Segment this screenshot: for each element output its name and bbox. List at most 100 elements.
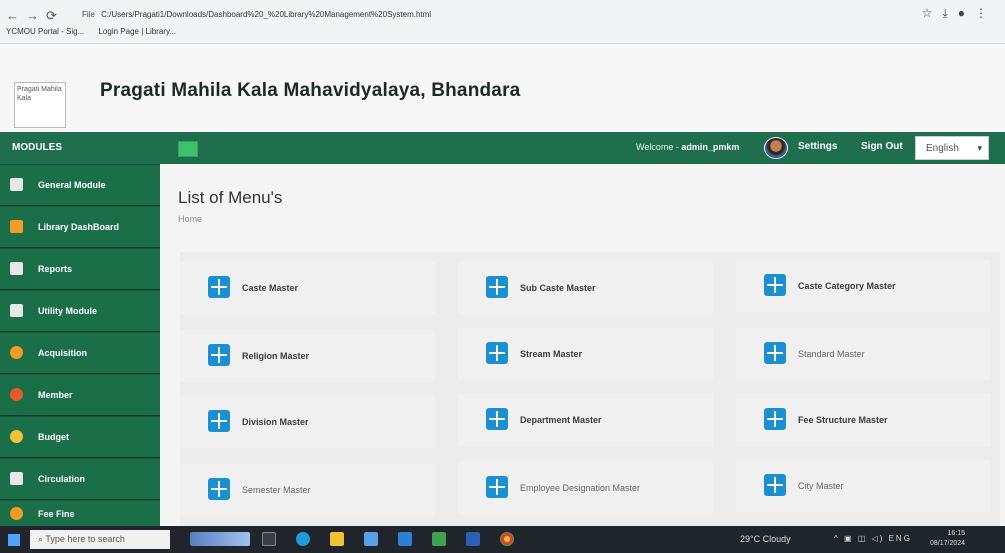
edge-icon[interactable] — [296, 532, 310, 546]
sidebar-item-label: Budget — [38, 432, 69, 442]
sidebar-item-general-module[interactable]: General Module — [0, 165, 160, 206]
member-icon — [10, 388, 23, 401]
file-chip: File — [82, 10, 95, 19]
photos-icon[interactable] — [432, 532, 446, 546]
language-select[interactable]: English ▾ — [915, 136, 989, 160]
search-placeholder: Type here to search — [45, 534, 125, 544]
download-icon[interactable]: ⤓ — [942, 6, 957, 20]
clock-date: 08/17/2024 — [930, 540, 966, 547]
tile-standard-master[interactable]: Standard Master — [736, 328, 991, 380]
reports-icon — [10, 262, 23, 275]
modules-label: MODULES — [12, 142, 62, 153]
star-icon[interactable]: ☆ — [922, 6, 943, 20]
bookmark-login[interactable]: Login Page | Library... — [98, 27, 176, 36]
content-title: List of Menu's — [178, 188, 283, 207]
sidebar-item-label: Library DashBoard — [38, 222, 120, 232]
logo-alt-text: Pragati Mahila Kala — [17, 86, 62, 102]
sidebar: General Module Library DashBoard Reports… — [0, 164, 160, 526]
windows-tile-icon — [208, 410, 230, 432]
sidebar-toggle-button[interactable] — [178, 141, 198, 157]
system-tray[interactable]: ^ ▣ ◫ ◁) ENG — [834, 534, 912, 543]
windows-tile-icon — [208, 478, 230, 500]
module-icon — [10, 178, 23, 191]
windows-tile-icon — [208, 344, 230, 366]
tile-label: Stream Master — [520, 349, 583, 359]
store-icon[interactable] — [364, 532, 378, 546]
bookmarks-bar: YCMOU Portal - Sig... Login Page | Libra… — [6, 27, 188, 36]
tile-label: Sub Caste Master — [520, 283, 596, 293]
sidebar-item-library-dashboard[interactable]: Library DashBoard — [0, 207, 160, 248]
settings-link[interactable]: Settings — [798, 141, 837, 152]
app-header: Pragati Mahila Kala Pragati Mahila Kala … — [0, 44, 1005, 132]
acquisition-icon — [10, 346, 23, 359]
college-logo: Pragati Mahila Kala — [14, 82, 66, 128]
taskbar-clock[interactable]: 16:15 08/17/2024 — [930, 529, 965, 549]
news-widget-icon[interactable] — [190, 532, 250, 546]
main-content: List of Menu's Home Caste Master Sub Cas… — [160, 164, 1005, 526]
sidebar-item-label: Member — [38, 390, 73, 400]
sidebar-item-label: Fee Fine — [38, 509, 75, 519]
back-icon[interactable]: ← — [6, 8, 19, 23]
windows-tile-icon — [486, 342, 508, 364]
chrome-icon[interactable] — [500, 532, 514, 546]
sidebar-item-circulation[interactable]: Circulation — [0, 459, 160, 500]
tile-stream-master[interactable]: Stream Master — [458, 328, 713, 380]
breadcrumb[interactable]: Home — [178, 214, 202, 224]
tile-label: Religion Master — [242, 351, 310, 361]
avatar[interactable] — [764, 137, 788, 159]
tile-label: Caste Category Master — [798, 281, 896, 291]
welcome-prefix: Welcome - — [636, 142, 679, 152]
sidebar-item-utility-module[interactable]: Utility Module — [0, 291, 160, 332]
tile-caste-category-master[interactable]: Caste Category Master — [736, 260, 991, 312]
mail-icon[interactable] — [398, 532, 412, 546]
fee-fine-icon — [10, 507, 23, 520]
windows-tile-icon — [764, 342, 786, 364]
tile-religion-master[interactable]: Religion Master — [180, 330, 435, 382]
task-view-icon[interactable] — [262, 532, 276, 546]
reload-icon[interactable]: ⟳ — [46, 8, 57, 24]
sidebar-item-fee-fine[interactable]: Fee Fine — [0, 501, 160, 526]
tile-label: Semester Master — [242, 485, 311, 495]
windows-tile-icon — [764, 274, 786, 296]
browser-actions[interactable]: ☆⤓●⋮ — [922, 6, 997, 21]
tile-label: Standard Master — [798, 349, 865, 359]
tile-label: City Master — [798, 481, 844, 491]
language-value: English — [926, 143, 959, 154]
weather-widget[interactable]: 29°C Cloudy — [740, 534, 791, 544]
sidebar-item-reports[interactable]: Reports — [0, 249, 160, 290]
clock-time: 16:15 — [947, 530, 966, 537]
bookmark-ycmou[interactable]: YCMOU Portal - Sig... — [6, 27, 84, 36]
welcome-text: Welcome - admin_pmkm — [636, 142, 739, 152]
tile-caste-master[interactable]: Caste Master — [180, 262, 435, 314]
tile-label: Employee Designation Master — [520, 483, 641, 493]
windows-start-icon[interactable] — [8, 534, 20, 546]
sidebar-item-label: General Module — [38, 180, 106, 190]
signout-link[interactable]: Sign Out — [861, 141, 903, 152]
sidebar-item-label: Acquisition — [38, 348, 87, 358]
tile-division-master[interactable]: Division Master — [180, 396, 435, 448]
circulation-icon — [10, 472, 23, 485]
address-text: C:/Users/Pragati1/Downloads/Dashboard%20… — [101, 10, 432, 19]
sidebar-item-member[interactable]: Member — [0, 375, 160, 416]
tile-label: Fee Structure Master — [798, 415, 888, 425]
taskbar-search-input[interactable]: ⌕ Type here to search — [30, 530, 170, 549]
top-navbar: MODULES Welcome - admin_pmkm Settings Si… — [0, 132, 1005, 164]
word-icon[interactable] — [466, 532, 480, 546]
profile-icon[interactable]: ● — [958, 6, 975, 20]
sidebar-item-acquisition[interactable]: Acquisition — [0, 333, 160, 374]
tile-label: Caste Master — [242, 283, 299, 293]
sidebar-item-budget[interactable]: Budget — [0, 417, 160, 458]
tile-fee-structure-master[interactable]: Fee Structure Master — [736, 394, 991, 446]
tile-sub-caste-master[interactable]: Sub Caste Master — [458, 262, 713, 314]
kebab-menu-icon[interactable]: ⋮ — [975, 6, 997, 20]
tile-semester-master[interactable]: Semester Master — [180, 464, 435, 516]
file-explorer-icon[interactable] — [330, 532, 344, 546]
tile-city-master[interactable]: City Master — [736, 460, 991, 512]
tile-employee-designation-master[interactable]: Employee Designation Master — [458, 462, 713, 514]
forward-icon[interactable]: → — [26, 8, 39, 23]
address-bar[interactable]: File C:/Users/Pragati1/Downloads/Dashboa… — [78, 5, 878, 25]
tile-department-master[interactable]: Department Master — [458, 394, 713, 446]
windows-tile-icon — [486, 276, 508, 298]
browser-toolbar: ← → ⟳ File C:/Users/Pragati1/Downloads/D… — [0, 0, 1005, 44]
tile-label: Department Master — [520, 415, 602, 425]
